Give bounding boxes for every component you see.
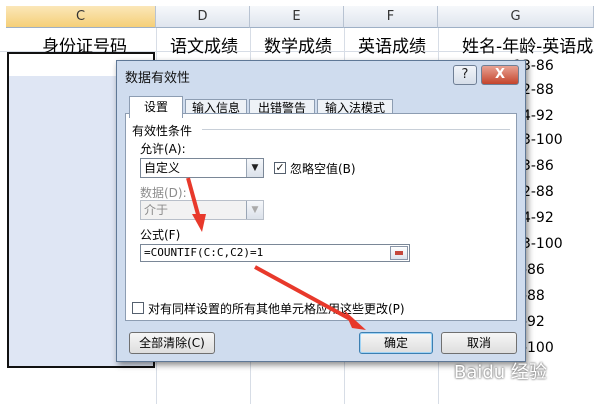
- tab-settings[interactable]: 设置: [129, 96, 183, 118]
- watermark: Baidu 经验: [454, 362, 547, 383]
- annotation-arrows: [186, 177, 366, 330]
- arrow-to-formula: [186, 177, 201, 219]
- arrow-head-formula: [192, 214, 206, 232]
- arrow-head-ok: [344, 310, 366, 330]
- arrow-to-ok: [254, 265, 353, 322]
